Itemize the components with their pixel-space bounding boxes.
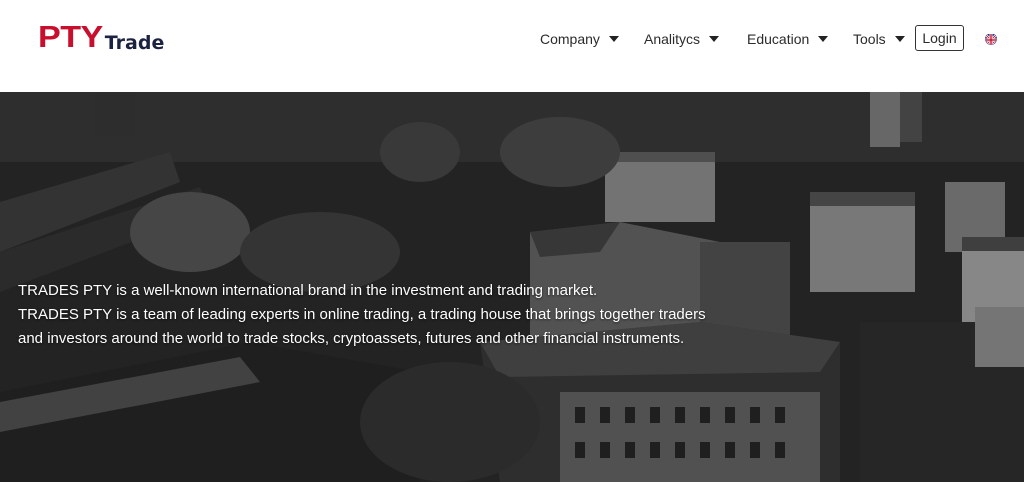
nav-analytics[interactable]: Analitycs [644,24,720,54]
nav-tools[interactable]: Tools [853,24,905,54]
hero-description: TRADES PTY is a well-known international… [18,279,718,351]
nav-tools-label: Tools [853,31,886,47]
hero-line-2: TRADES PTY is a team of leading experts … [18,306,706,323]
chevron-down-icon [608,36,619,42]
chevron-down-icon [818,36,829,42]
nav-company-label: Company [540,31,600,47]
uk-flag-icon[interactable] [985,33,997,45]
nav-analytics-label: Analitycs [644,31,701,47]
nav-education-label: Education [747,31,810,47]
chevron-down-icon [709,36,720,42]
nav-education[interactable]: Education [747,24,829,54]
site-header: PTY Trade Company Analitycs Education To… [0,0,1024,92]
nav-company[interactable]: Company [540,24,619,54]
hero-banner: TRADES PTY is a well-known international… [0,92,1024,482]
chevron-down-icon [894,36,905,42]
main-nav: Company Analitycs Education Tools Login [0,24,1024,54]
hero-line-1: TRADES PTY is a well-known international… [18,282,598,299]
hero-line-3: and investors around the world to trade … [18,330,685,347]
login-button[interactable]: Login [915,25,964,51]
